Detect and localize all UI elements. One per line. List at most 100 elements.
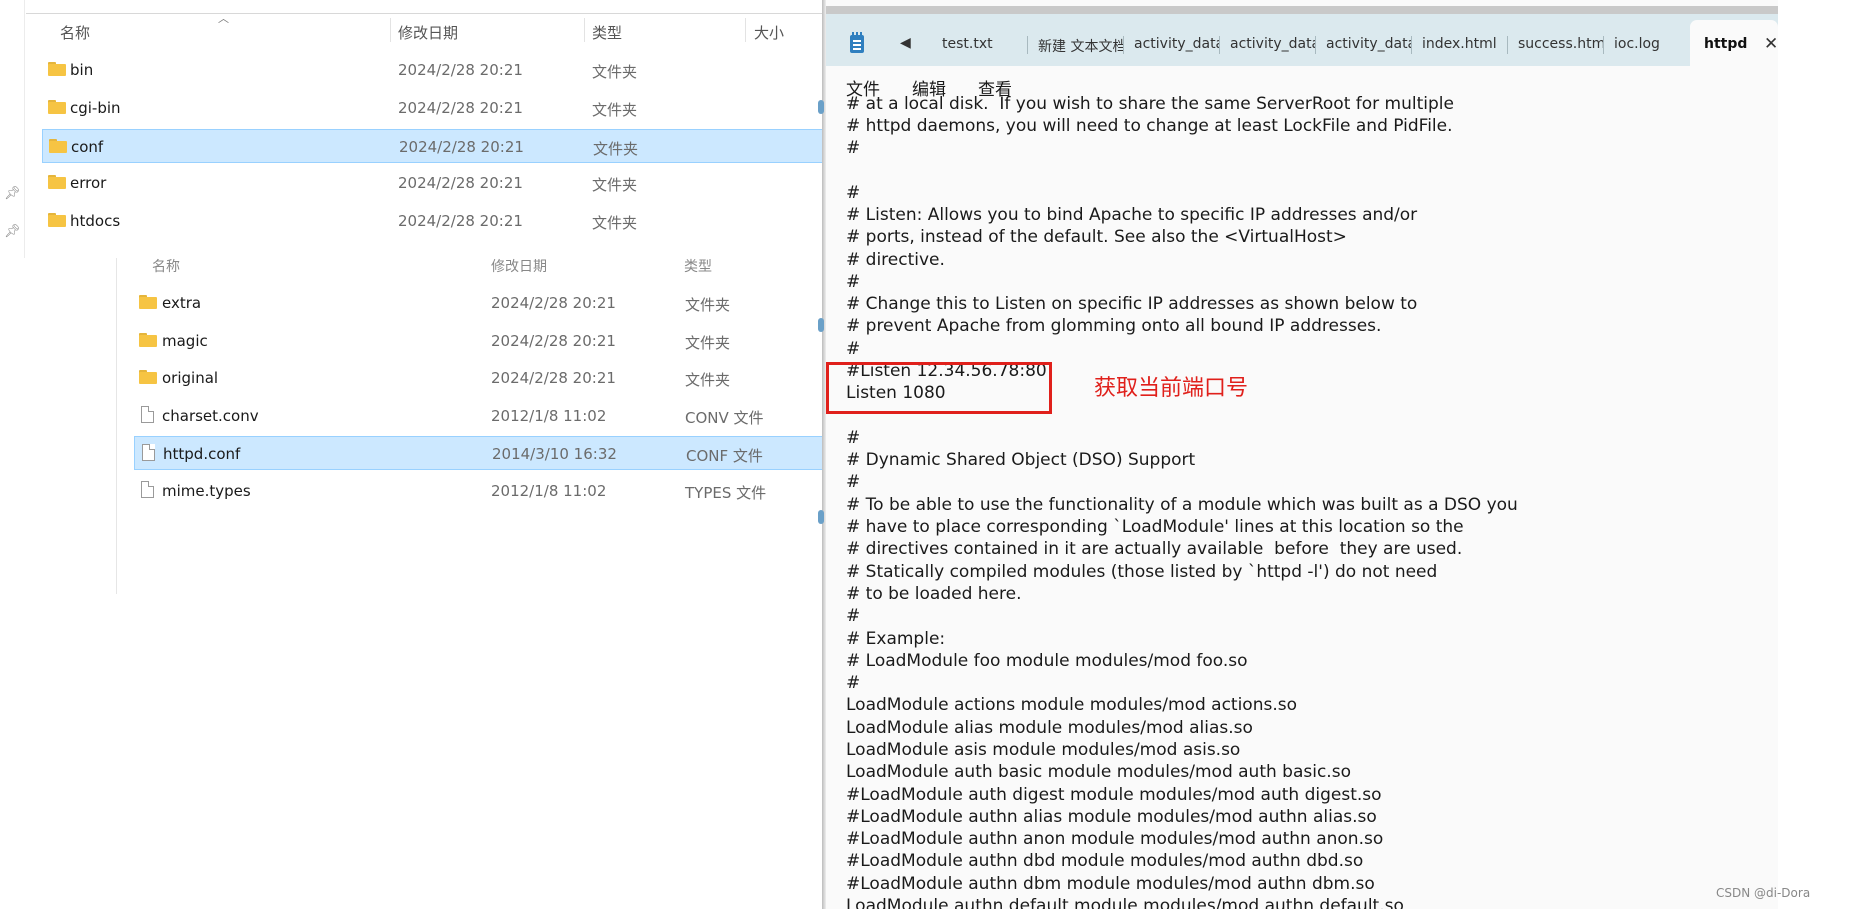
text-editor[interactable]: # at a local disk. If you wish to share … — [846, 96, 1766, 909]
file-row-cgi-bin[interactable]: cgi-bin 2024/2/28 20:21 文件夹 — [42, 91, 822, 125]
text-line: # LoadModule foo module modules/mod foo.… — [846, 651, 1248, 671]
text-line: LoadModule auth basic module modules/mod… — [846, 762, 1351, 782]
file-row-extra[interactable]: extra 2024/2/28 20:21 文件夹 — [134, 286, 822, 320]
text-line: # directive. — [846, 250, 945, 270]
file-modified: 2024/2/28 20:21 — [398, 212, 523, 230]
file-modified: 2024/2/28 20:21 — [398, 99, 523, 117]
file-type: 文件夹 — [593, 140, 639, 158]
file-icon — [141, 406, 154, 423]
text-line: # — [846, 272, 861, 292]
text-line: # have to place corresponding `LoadModul… — [846, 517, 1464, 537]
folder-icon — [139, 370, 157, 384]
notepad-window: ◀ test.txt 新建 文本文档 activity_data activit… — [822, 0, 1778, 909]
navigation-pane-edge: 📌︎ 📌︎ — [0, 0, 25, 258]
window-edge-mark — [818, 100, 824, 114]
text-line: # — [846, 428, 861, 448]
file-row-charset-conv[interactable]: charset.conv 2012/1/8 11:02 CONV 文件 — [134, 399, 822, 433]
watermark: CSDN @di-Dora — [1716, 886, 1811, 900]
title-strip — [826, 6, 1778, 14]
file-modified: 2024/2/28 20:21 — [491, 332, 616, 350]
scroll-tabs-left-icon[interactable]: ◀ — [900, 35, 911, 51]
file-name: magic — [162, 332, 208, 350]
tab-ioc-log[interactable]: ioc.log — [1604, 20, 1680, 66]
column-header-size[interactable]: 大小 — [754, 22, 784, 43]
file-modified: 2024/2/28 20:21 — [491, 369, 616, 387]
text-line: LoadModule alias module modules/mod alia… — [846, 718, 1253, 738]
folder-icon — [48, 175, 66, 189]
file-name: bin — [70, 61, 94, 79]
column-header-modified[interactable]: 修改日期 — [491, 258, 547, 276]
file-icon — [142, 444, 155, 461]
column-header-type[interactable]: 类型 — [592, 22, 622, 43]
file-modified: 2024/2/28 20:21 — [491, 294, 616, 312]
text-line: LoadModule actions module modules/mod ac… — [846, 695, 1297, 715]
text-line: # Example: — [846, 629, 946, 649]
tab-test-txt[interactable]: test.txt — [932, 20, 1028, 66]
column-header-modified[interactable]: 修改日期 — [398, 22, 458, 43]
text-line: #LoadModule authn alias module modules/m… — [846, 807, 1377, 827]
folder-icon — [48, 100, 66, 114]
close-tab-icon[interactable]: ✕ — [1764, 34, 1778, 54]
file-modified: 2024/2/28 20:21 — [398, 61, 523, 79]
tab-activity-data-2[interactable]: activity_data — [1220, 20, 1316, 66]
highlight-box — [826, 362, 1052, 414]
text-line: LoadModule authn default module modules/… — [846, 896, 1404, 909]
text-line: # Listen: Allows you to bind Apache to s… — [846, 205, 1418, 225]
file-name: cgi-bin — [70, 99, 121, 117]
file-row-conf[interactable]: conf 2024/2/28 20:21 文件夹 — [42, 129, 822, 163]
pin-icon[interactable]: 📌︎ — [4, 186, 21, 201]
text-line: # directives contained in it are actuall… — [846, 539, 1463, 559]
file-icon — [141, 481, 154, 498]
text-line: # — [846, 606, 861, 626]
text-line: # prevent Apache from glomming onto all … — [846, 316, 1382, 336]
window-top-border — [26, 13, 822, 14]
folder-icon — [48, 62, 66, 76]
tab-activity-data-3[interactable]: activity_data — [1316, 20, 1412, 66]
file-name: conf — [71, 138, 104, 156]
column-divider[interactable] — [390, 18, 391, 42]
folder-icon — [49, 139, 67, 153]
tab-index-html[interactable]: index.html — [1412, 20, 1508, 66]
text-line: # Dynamic Shared Object (DSO) Support — [846, 450, 1196, 470]
column-divider[interactable] — [745, 18, 746, 42]
file-row-htdocs[interactable]: htdocs 2024/2/28 20:21 文件夹 — [42, 204, 822, 238]
tab-success-htm[interactable]: success.htm — [1508, 20, 1604, 66]
file-row-httpd-conf[interactable]: httpd.conf 2014/3/10 16:32 CONF 文件 — [134, 436, 822, 470]
text-line: # to be loaded here. — [846, 584, 1022, 604]
file-type: 文件夹 — [592, 63, 638, 81]
window-edge-mark — [818, 510, 824, 524]
column-header-name[interactable]: 名称 — [152, 258, 180, 276]
file-row-bin[interactable]: bin 2024/2/28 20:21 文件夹 — [42, 53, 822, 87]
text-line: # — [846, 673, 861, 693]
file-row-error[interactable]: error 2024/2/28 20:21 文件夹 — [42, 166, 822, 200]
file-modified: 2024/2/28 20:21 — [399, 138, 524, 156]
text-line: # To be able to use the functionality of… — [846, 495, 1518, 515]
pin-icon[interactable]: 📌︎ — [4, 224, 21, 239]
folder-icon — [139, 295, 157, 309]
text-line: # Change this to Listen on specific IP a… — [846, 294, 1418, 314]
file-type: CONV 文件 — [685, 409, 764, 427]
file-row-original[interactable]: original 2024/2/28 20:21 文件夹 — [134, 361, 822, 395]
file-type: 文件夹 — [592, 101, 638, 119]
text-line: #LoadModule authn dbd module modules/mod… — [846, 851, 1364, 871]
file-row-magic[interactable]: magic 2024/2/28 20:21 文件夹 — [134, 324, 822, 358]
file-name: httpd.conf — [163, 445, 241, 463]
text-line: # Statically compiled modules (those lis… — [846, 562, 1438, 582]
column-header-type[interactable]: 类型 — [684, 258, 712, 276]
file-modified: 2012/1/8 11:02 — [491, 407, 607, 425]
file-type: 文件夹 — [685, 296, 731, 314]
file-row-mime-types[interactable]: mime.types 2012/1/8 11:02 TYPES 文件 — [134, 474, 822, 508]
tab-activity-data-1[interactable]: activity_data — [1124, 20, 1220, 66]
annotation-text: 获取当前端口号 — [1094, 376, 1249, 401]
file-type: CONF 文件 — [686, 447, 763, 465]
tab-new-text-document[interactable]: 新建 文本文档 — [1028, 20, 1124, 66]
file-type: 文件夹 — [592, 214, 638, 232]
column-header-name[interactable]: 名称 — [60, 22, 90, 43]
sort-ascending-icon: ︿ — [218, 12, 229, 25]
file-type: 文件夹 — [592, 176, 638, 194]
text-line: LoadModule asis module modules/mod asis.… — [846, 740, 1241, 760]
file-name: mime.types — [162, 482, 251, 500]
column-divider[interactable] — [584, 18, 585, 42]
notepad-app-icon — [850, 32, 864, 53]
text-line: # httpd daemons, you will need to change… — [846, 116, 1453, 136]
